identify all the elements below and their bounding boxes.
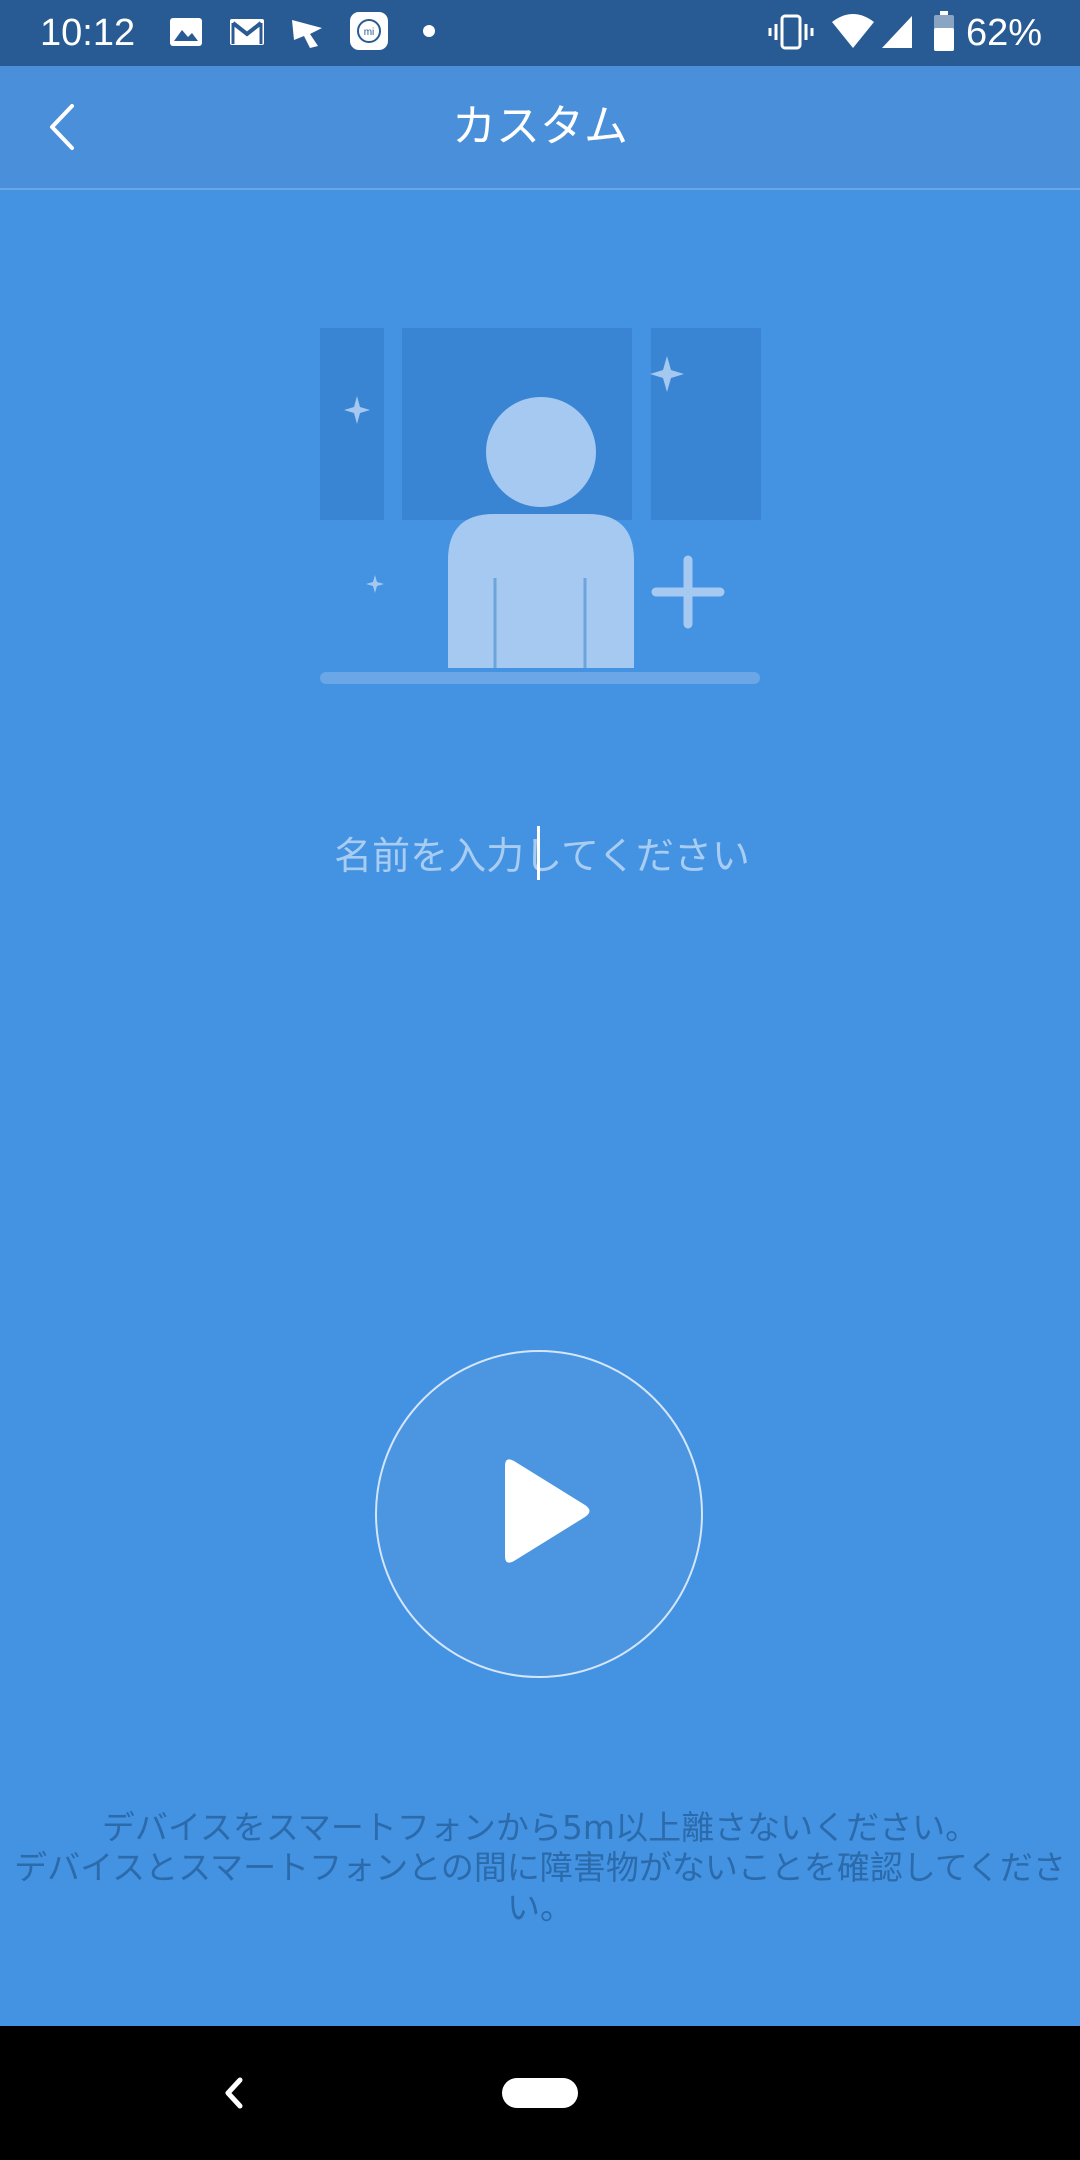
vibrate-icon <box>768 14 814 50</box>
play-button[interactable] <box>375 1350 703 1678</box>
instruction-line-1: デバイスをスマートフォンから5m以上離さないください。 <box>101 1808 979 1847</box>
nav-home-pill[interactable] <box>502 2078 578 2108</box>
person-head <box>486 397 596 507</box>
dot-icon <box>423 25 435 37</box>
instruction-line-2: デバイスとスマートフォンとの間に障害物がないことを確認してください。 <box>14 1848 1066 1927</box>
image-icon <box>170 18 202 46</box>
panel-left <box>320 328 384 520</box>
battery-icon <box>934 11 954 51</box>
plus-icon <box>651 555 725 629</box>
signal-app-icon <box>292 20 322 48</box>
status-bar: 10:12 mi 62% <box>0 0 1080 66</box>
status-time: 10:12 <box>40 12 136 54</box>
play-icon <box>505 1459 590 1563</box>
chevron-left-icon <box>50 104 74 150</box>
cell-signal-icon <box>882 16 912 48</box>
panel-right <box>651 328 761 520</box>
svg-text:mi: mi <box>364 27 375 38</box>
app-header: カスタム <box>0 66 1080 190</box>
chevron-left-icon <box>225 2077 243 2109</box>
battery-percentage: 62% <box>965 12 1042 54</box>
instruction-text: デバイスをスマートフォンから5m以上離さないください。 デバイスとスマートフォン… <box>10 1808 1070 1928</box>
back-button[interactable] <box>30 92 100 162</box>
system-nav-bar <box>0 2026 1080 2160</box>
sparkle-icon <box>366 575 384 593</box>
text-caret <box>537 826 540 880</box>
floor-line <box>320 672 760 684</box>
nav-back-button[interactable] <box>210 2068 260 2118</box>
mi-app-icon: mi <box>350 12 388 50</box>
page-title: カスタム <box>452 101 628 152</box>
name-input[interactable] <box>140 815 944 897</box>
person-body <box>448 514 634 668</box>
gmail-icon <box>230 19 264 45</box>
custom-person-illustration <box>320 328 761 684</box>
wifi-icon <box>832 14 874 48</box>
